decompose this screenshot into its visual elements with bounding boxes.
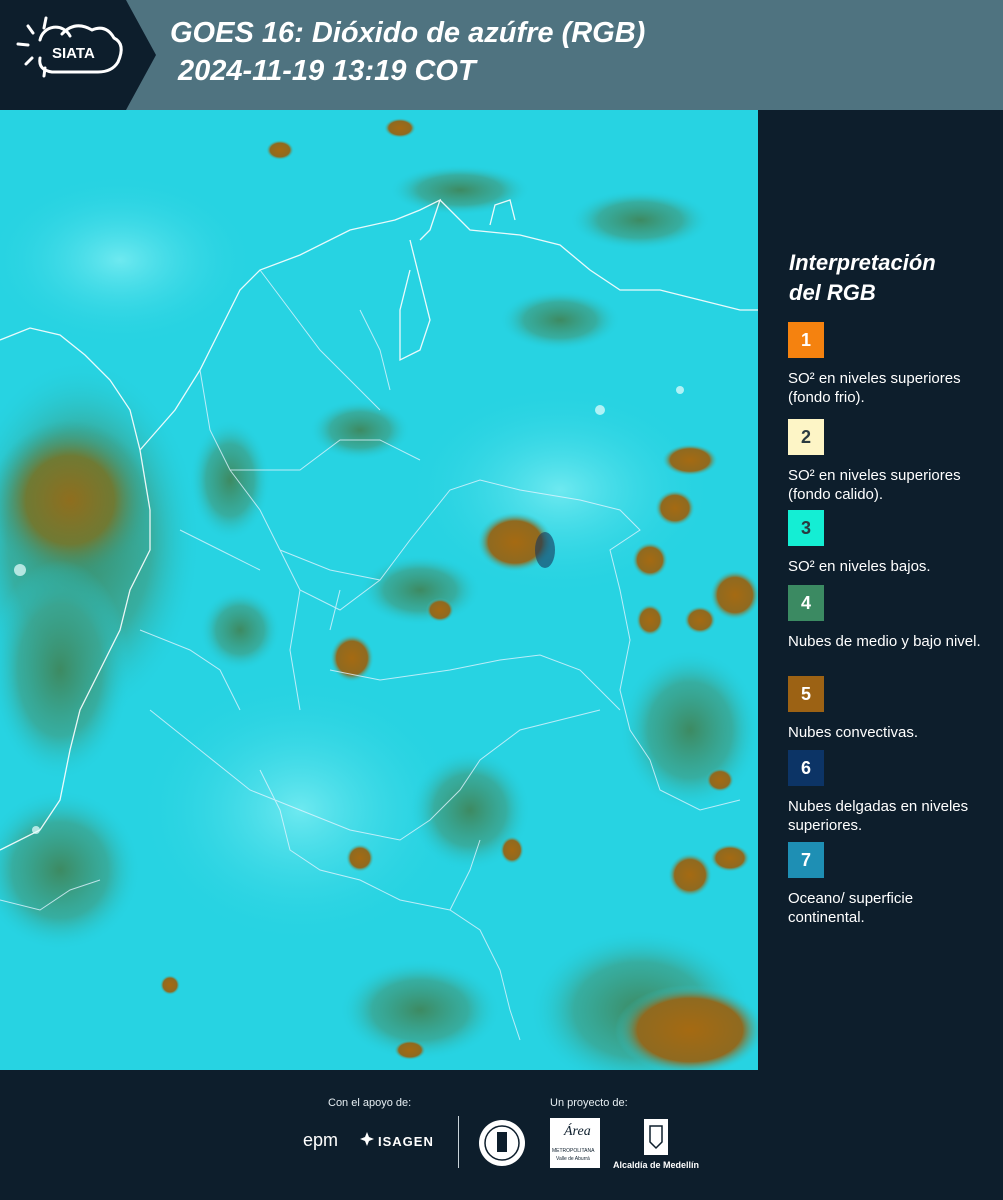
legend-swatch-5: 5 (788, 676, 824, 712)
legend-title-line-1: Interpretación (789, 250, 936, 275)
title-line-2: 2024-11-19 13:19 COT (178, 55, 476, 87)
area-logo-sub2: Valle de Aburrá (556, 1156, 590, 1162)
area-metropolitana-logo[interactable]: Área METROPOLITANA Valle de Aburrá (550, 1118, 600, 1168)
isagen-icon (360, 1132, 374, 1146)
legend-swatch-3: 3 (788, 510, 824, 546)
project-label: Un proyecto de: (550, 1097, 628, 1109)
rgb-legend: Interpretación del RGB 1 SO² en niveles … (758, 110, 1003, 1070)
legend-label-4: Nubes de medio y bajo nivel. (788, 633, 981, 650)
legend-item-4: 4 Nubes de medio y bajo nivel. (788, 585, 988, 651)
legend-swatch-2: 2 (788, 419, 824, 455)
legend-label-2: SO² en niveles superiores (fondo calido)… (788, 467, 961, 503)
legend-item-6: 6 Nubes delgadas en niveles superiores. (788, 750, 988, 835)
legend-item-7: 7 Oceano/ superficie continental. (788, 842, 988, 927)
alcaldia-shield-icon[interactable] (643, 1118, 669, 1156)
legend-label-5: Nubes convectivas. (788, 724, 919, 741)
legend-label-1: SO² en niveles superiores (fondo frio). (788, 370, 961, 406)
legend-label-3: SO² en niveles bajos. (788, 558, 931, 575)
satellite-map[interactable] (0, 110, 758, 1070)
legend-item-5: 5 Nubes convectivas. (788, 676, 988, 742)
area-logo-title: Área (564, 1124, 591, 1139)
title-line-1: GOES 16: Dióxido de azúfre (RGB) (170, 17, 646, 49)
isagen-logo[interactable]: ISAGEN (378, 1134, 434, 1149)
footer-divider (458, 1116, 459, 1168)
epm-logo[interactable]: epm (303, 1130, 338, 1151)
legend-swatch-1: 1 (788, 322, 824, 358)
support-label: Con el apoyo de: (328, 1097, 412, 1109)
legend-swatch-7: 7 (788, 842, 824, 878)
legend-label-7: Oceano/ superficie continental. (788, 890, 914, 926)
legend-title-line-2: del RGB (789, 280, 876, 305)
footer: Con el apoyo de: Un proyecto de: epm ISA… (0, 1070, 1003, 1200)
legend-swatch-6: 6 (788, 750, 824, 786)
medellin-seal-icon[interactable] (477, 1118, 527, 1168)
legend-item-1: 1 SO² en niveles superiores (fondo frio)… (788, 322, 988, 407)
logo-text: SIATA (52, 45, 95, 62)
siata-logo[interactable]: SIATA (0, 0, 156, 110)
page-title: GOES 16: Dióxido de azúfre (RGB) 2024-11… (170, 14, 645, 90)
legend-label-6: Nubes delgadas en niveles superiores. (788, 798, 969, 834)
legend-item-3: 3 SO² en niveles bajos. (788, 510, 988, 576)
header-bar: SIATA GOES 16: Dióxido de azúfre (RGB) 2… (0, 0, 1003, 110)
legend-swatch-4: 4 (788, 585, 824, 621)
alcaldia-label: Alcaldía de Medellín (613, 1160, 700, 1170)
legend-title: Interpretación del RGB (789, 248, 936, 308)
area-logo-sub: METROPOLITANA (552, 1148, 595, 1154)
legend-item-2: 2 SO² en niveles superiores (fondo calid… (788, 419, 988, 504)
